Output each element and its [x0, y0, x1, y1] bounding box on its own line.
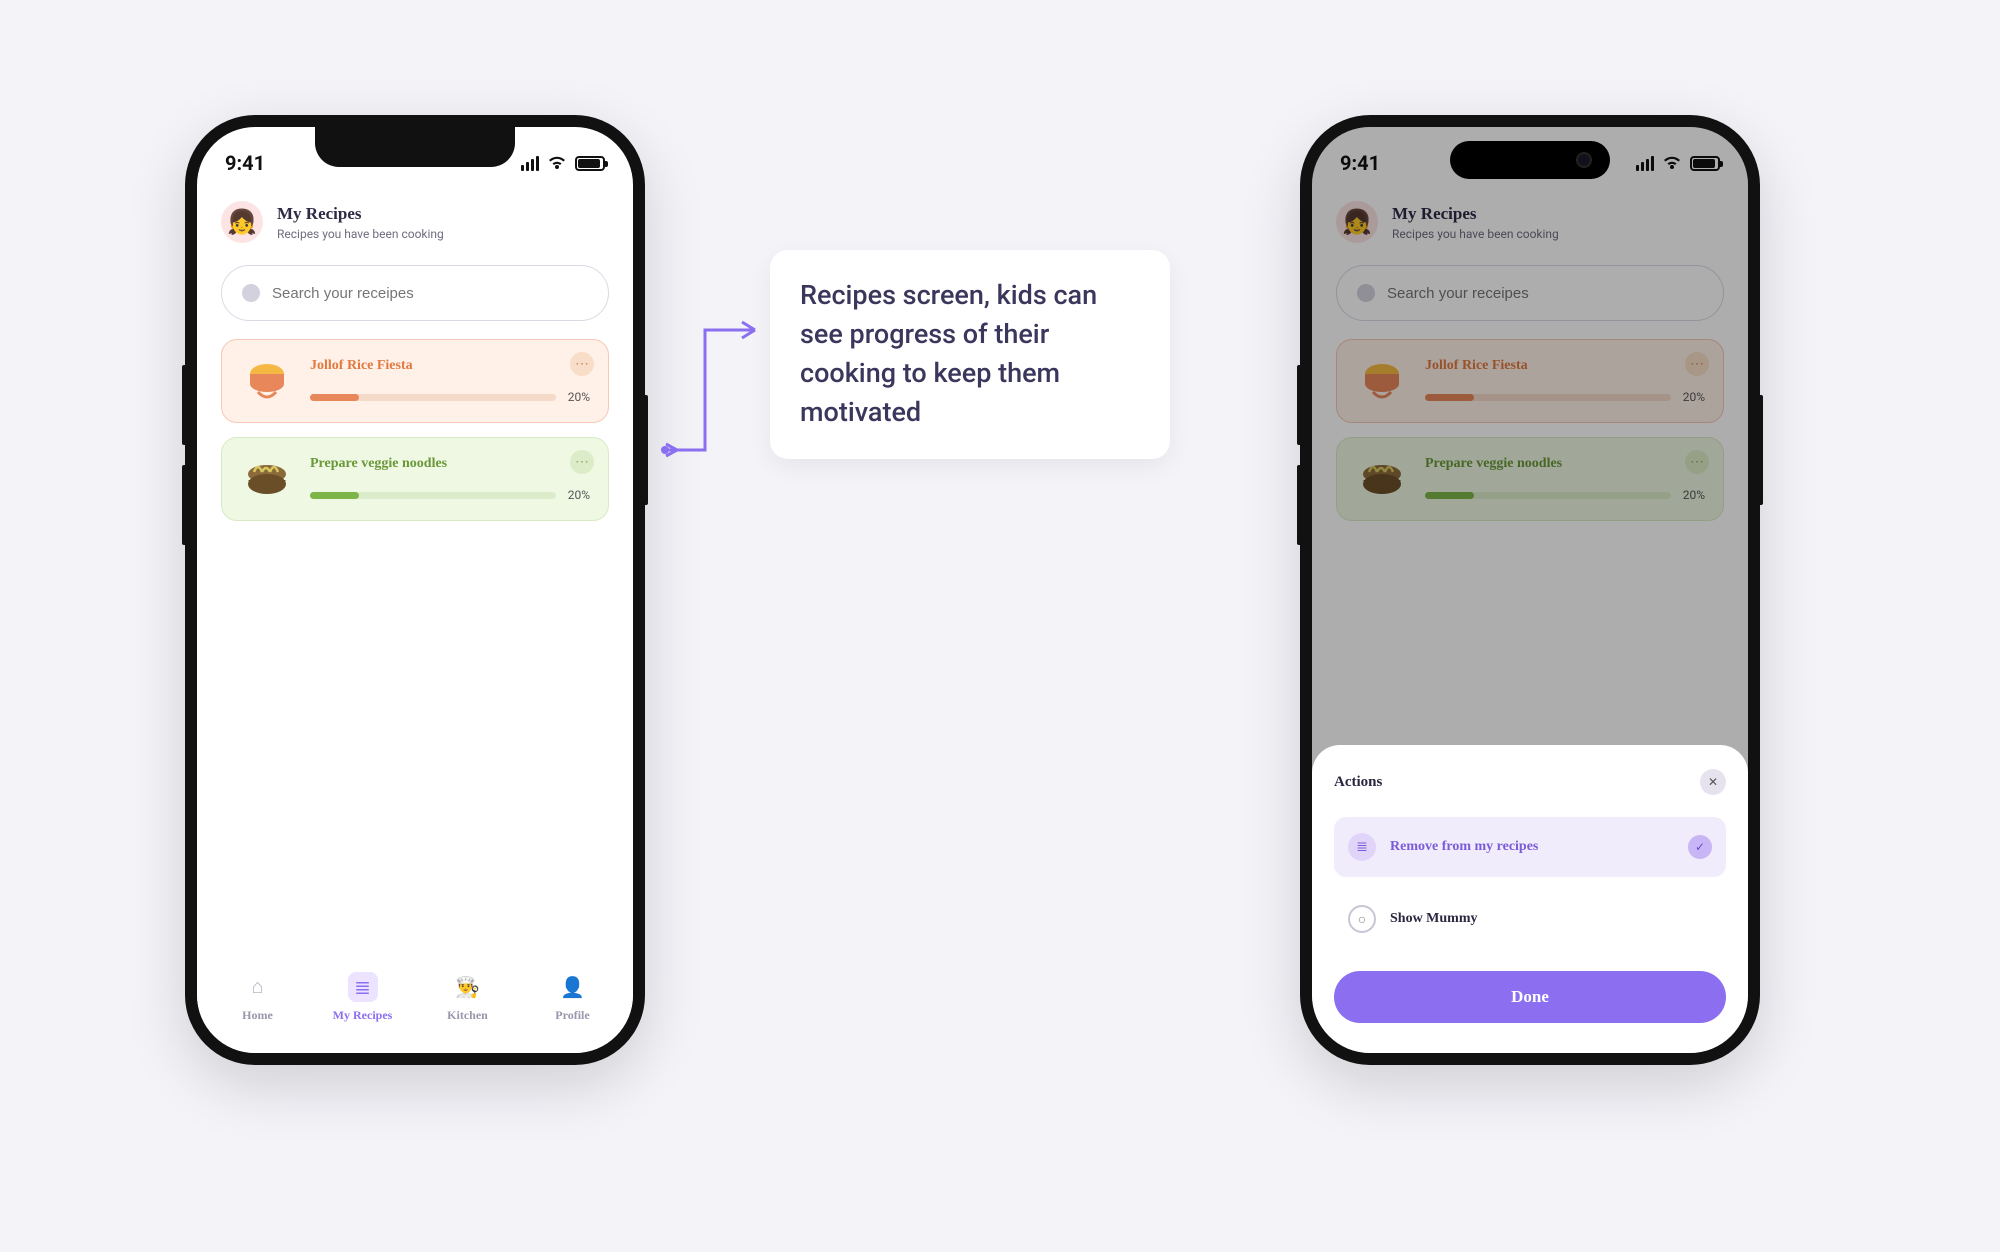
tab-label: My Recipes	[333, 1008, 393, 1023]
signal-icon	[521, 156, 539, 171]
annotation-arrow-icon	[660, 310, 770, 460]
annotation-callout: Recipes screen, kids can see progress of…	[770, 250, 1170, 459]
status-icons	[521, 155, 605, 171]
volume-up-button	[1297, 365, 1300, 445]
page-header: 👧 My Recipes Recipes you have been cooki…	[197, 183, 633, 253]
tab-label: Kitchen	[447, 1008, 488, 1023]
tab-kitchen[interactable]: 👨‍🍳 Kitchen	[428, 972, 508, 1023]
search-box[interactable]	[221, 265, 609, 321]
progress-percent: 20%	[568, 390, 590, 404]
progress-percent: 20%	[568, 488, 590, 502]
battery-icon	[575, 156, 605, 171]
action-sheet: Actions ✕ ≣ Remove from my recipes ✓ ○ S…	[1312, 745, 1748, 1053]
tab-label: Profile	[555, 1008, 589, 1023]
action-show-mummy[interactable]: ○ Show Mummy	[1334, 889, 1726, 949]
check-icon: ✓	[1688, 835, 1712, 859]
status-time: 9:41	[225, 151, 265, 175]
jollof-food-icon	[240, 354, 294, 408]
tab-my-recipes[interactable]: ≣ My Recipes	[323, 972, 403, 1023]
more-options-button[interactable]: ⋯	[570, 450, 594, 474]
action-label: Show Mummy	[1390, 911, 1712, 927]
sheet-title: Actions	[1334, 774, 1382, 791]
tab-profile[interactable]: 👤 Profile	[533, 972, 613, 1023]
notch	[315, 127, 515, 167]
tab-label: Home	[242, 1008, 273, 1023]
tab-home[interactable]: ⌂ Home	[218, 972, 298, 1023]
kitchen-icon: 👨‍🍳	[453, 972, 483, 1002]
noodles-food-icon	[240, 452, 294, 506]
page-title: My Recipes	[277, 204, 444, 224]
recipe-card-noodles[interactable]: Prepare veggie noodles 20% ⋯	[221, 437, 609, 521]
phone-frame-right: 9:41 👧 My Recipes Recipes you have been …	[1300, 115, 1760, 1065]
volume-down-button	[182, 465, 185, 545]
user-avatar[interactable]: 👧	[221, 201, 263, 243]
recipe-card-jollof[interactable]: Jollof Rice Fiesta 20% ⋯	[221, 339, 609, 423]
progress-bar	[310, 394, 556, 401]
list-icon: ≣	[1348, 833, 1376, 861]
search-icon	[242, 284, 260, 302]
recipe-title: Prepare veggie noodles	[310, 456, 590, 472]
close-icon: ✕	[1708, 775, 1718, 789]
recipes-icon: ≣	[348, 972, 378, 1002]
phone-screen-right: 9:41 👧 My Recipes Recipes you have been …	[1312, 127, 1748, 1053]
power-button	[645, 395, 648, 505]
more-options-button[interactable]: ⋯	[570, 352, 594, 376]
close-button[interactable]: ✕	[1700, 769, 1726, 795]
volume-up-button	[182, 365, 185, 445]
phone-frame-left: 9:41 👧 My Recipes Recipes you have been …	[185, 115, 645, 1065]
volume-down-button	[1297, 465, 1300, 545]
progress-bar	[310, 492, 556, 499]
action-remove-from-recipes[interactable]: ≣ Remove from my recipes ✓	[1334, 817, 1726, 877]
page-subtitle: Recipes you have been cooking	[277, 227, 444, 241]
wifi-icon	[547, 155, 567, 171]
tab-bar: ⌂ Home ≣ My Recipes 👨‍🍳 Kitchen 👤 Profil…	[197, 953, 633, 1053]
circle-icon: ○	[1348, 905, 1376, 933]
home-icon: ⌂	[243, 972, 273, 1002]
profile-icon: 👤	[558, 972, 588, 1002]
phone-screen-left: 9:41 👧 My Recipes Recipes you have been …	[197, 127, 633, 1053]
action-label: Remove from my recipes	[1390, 839, 1674, 855]
done-button[interactable]: Done	[1334, 971, 1726, 1023]
recipe-title: Jollof Rice Fiesta	[310, 358, 590, 374]
power-button	[1760, 395, 1763, 505]
search-input[interactable]	[272, 285, 588, 302]
